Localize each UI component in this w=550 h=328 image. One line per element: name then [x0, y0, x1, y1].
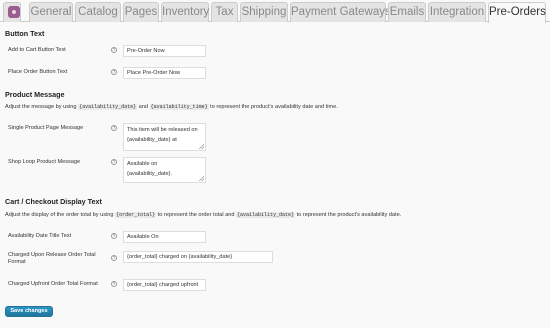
availability-title-input[interactable]: Available On — [123, 231, 206, 243]
cart-checkout-description: Adjust the display of the order total by… — [5, 212, 401, 218]
tab-emails[interactable]: Emails — [388, 2, 426, 22]
save-changes-button[interactable]: Save changes — [5, 306, 53, 317]
help-icon[interactable]: ? — [111, 125, 117, 131]
help-icon[interactable]: ? — [111, 47, 117, 53]
code-availability-date: {availability_date} — [236, 212, 296, 218]
textarea-value: Available on {availability_date}. — [127, 161, 173, 177]
help-icon[interactable]: ? — [111, 233, 117, 239]
add-to-cart-text-input[interactable]: Pre-Order Now — [123, 45, 206, 57]
single-product-message-label: Single Product Page Message — [8, 125, 84, 131]
tab-general[interactable]: General — [29, 2, 73, 22]
charged-upfront-input[interactable]: {order_total} charged upfront — [123, 279, 206, 291]
product-message-description: Adjust the message by using {availabilit… — [5, 104, 338, 110]
tab-tax[interactable]: Tax — [211, 2, 238, 22]
textarea-value: This item will be released on {availabil… — [127, 127, 198, 143]
description-text: Adjust the display of the order total by… — [5, 212, 114, 218]
woocommerce-icon — [8, 6, 20, 18]
code-availability-date: {availability_date} — [78, 104, 138, 110]
charged-upfront-label: Charged Upfront Order Total Format — [8, 281, 98, 287]
description-text: to represent the product's availability … — [296, 212, 402, 218]
tab-pre-orders[interactable]: Pre-Orders — [488, 2, 546, 23]
charged-release-input[interactable]: {order_total} charged on {availability_d… — [123, 251, 273, 263]
code-availability-time: {availability_time} — [149, 104, 209, 110]
description-text: Adjust the message by using — [5, 104, 77, 110]
tab-payment-gateways[interactable]: Payment Gateways — [290, 2, 391, 22]
place-order-text-input[interactable]: Place Pre-Order Now — [123, 67, 206, 79]
tab-pages[interactable]: Pages — [123, 2, 159, 22]
description-text: to represent the product's availability … — [210, 104, 338, 110]
help-icon[interactable]: ? — [111, 159, 117, 165]
tab-woocommerce[interactable] — [3, 2, 21, 22]
shop-loop-message-label: Shop Loop Product Message — [8, 159, 81, 165]
button-text-heading: Button Text — [5, 29, 45, 38]
resize-handle-icon[interactable] — [199, 144, 204, 149]
tab-inventory[interactable]: Inventory — [161, 2, 209, 22]
description-text: to represent the order total and — [157, 212, 235, 218]
description-text: and — [138, 104, 149, 110]
add-to-cart-label: Add to Cart Button Text — [8, 47, 66, 53]
single-product-message-textarea[interactable]: This item will be released on {availabil… — [123, 123, 206, 151]
availability-title-label: Availability Date Title Text — [8, 233, 72, 239]
help-icon[interactable]: ? — [111, 281, 117, 287]
code-order-total: {order_total} — [115, 212, 157, 218]
tab-shipping[interactable]: Shipping — [240, 2, 288, 22]
tab-integration[interactable]: Integration — [428, 2, 486, 22]
place-order-label: Place Order Button Text — [8, 69, 68, 75]
tab-catalog[interactable]: Catalog — [75, 2, 121, 22]
product-message-heading: Product Message — [5, 90, 65, 99]
help-icon[interactable]: ? — [111, 69, 117, 75]
cart-checkout-heading: Cart / Checkout Display Text — [5, 197, 102, 206]
settings-tabs: General Catalog Pages Inventory Tax Ship… — [0, 0, 550, 23]
resize-handle-icon[interactable] — [199, 176, 204, 181]
shop-loop-message-textarea[interactable]: Available on {availability_date}. — [123, 157, 206, 183]
help-icon[interactable]: ? — [111, 255, 117, 261]
charged-release-label: Charged Upon Release Order Total Format — [8, 252, 96, 265]
